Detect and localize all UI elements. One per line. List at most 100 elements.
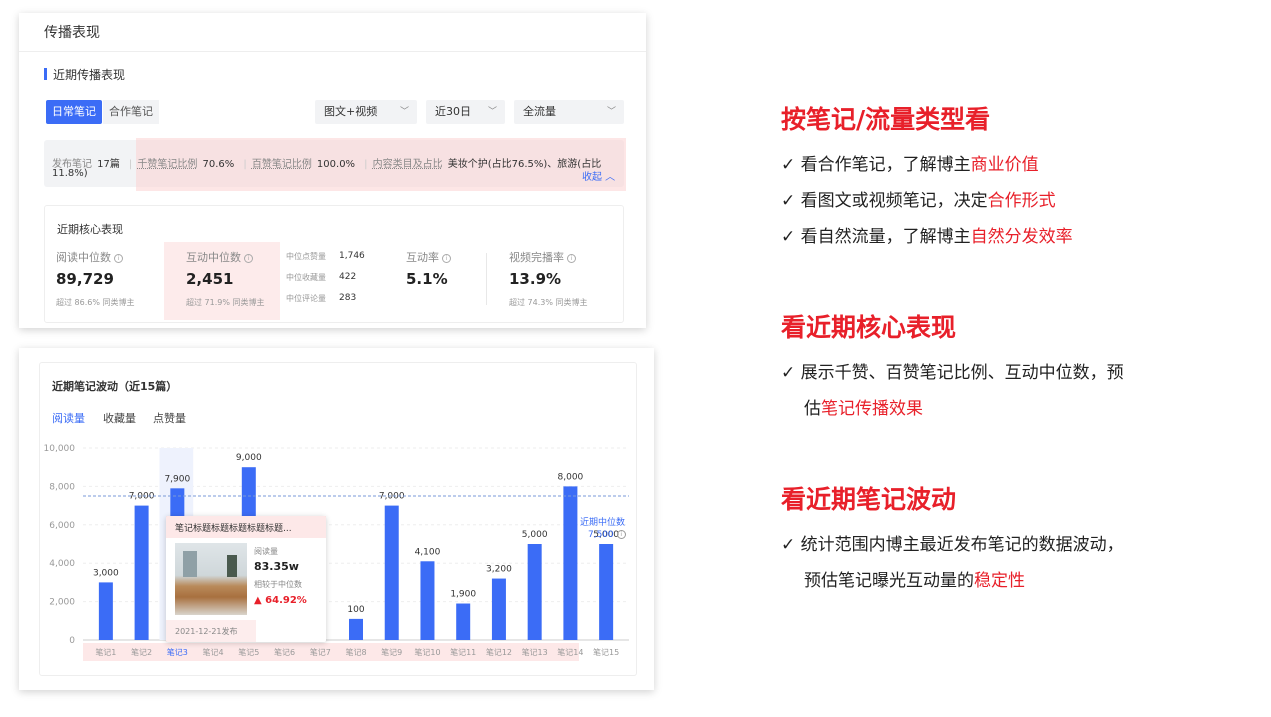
divider <box>19 51 646 52</box>
bullet-natural-traffic: ✓ 看自然流量，了解博主自然分发效率 <box>781 227 1073 247</box>
publish-line: 发布笔记 17篇 | 千赞笔记比例 70.6% | 百赞笔记比例 100.0% … <box>52 159 602 170</box>
heading-fluctuation: 看近期笔记波动 <box>781 485 957 514</box>
y-tick-label: 0 <box>69 636 75 646</box>
pub-label: 千赞笔记比例 <box>137 159 198 170</box>
core-title: 近期核心表现 <box>57 223 123 236</box>
x-tick-label: 笔记15 <box>593 647 619 657</box>
x-tick-label: 笔记3 <box>167 647 188 657</box>
bar <box>599 544 614 640</box>
bar <box>384 505 399 640</box>
x-tick-label: 笔记2 <box>131 647 152 657</box>
tooltip-title: 笔记标题标题标题标题标题... <box>175 524 292 534</box>
pub-value: 100.0% <box>316 159 356 170</box>
bar <box>420 561 435 640</box>
chevron-down-icon: ﹀ <box>606 107 616 117</box>
data-label: 9,000 <box>236 453 262 463</box>
date-range-select[interactable]: 近30日 ﹀ <box>426 100 505 124</box>
bullet-fluctuation-cont: 预估笔记曝光互动量的稳定性 <box>804 571 1025 591</box>
select-value: 全流量 <box>523 105 556 118</box>
pub-label: 内容类目及占比 <box>372 159 443 170</box>
tab-cooperation-notes[interactable]: 合作笔记 <box>103 100 159 124</box>
check-icon: ✓ <box>781 363 796 383</box>
content-type-select[interactable]: 图文+视频 ﹀ <box>315 100 417 124</box>
collapse-button[interactable]: 收起 ︿ <box>582 168 615 183</box>
chevron-down-icon: ﹀ <box>399 107 409 117</box>
bar-chart: 0 2,000 4,000 6,000 8,000 10,000 3,000 笔记1 7,000… <box>44 444 629 661</box>
info-icon: i <box>567 253 576 263</box>
read-median-label: 阅读中位数 i <box>56 249 123 265</box>
pub-value: 70.6% <box>202 159 235 170</box>
bar <box>491 578 506 640</box>
bullet-format: ✓ 看图文或视频笔记，决定合作形式 <box>781 191 1056 211</box>
data-label: 1,900 <box>450 590 476 600</box>
x-tick-label: 笔记13 <box>522 647 548 657</box>
bar <box>134 505 149 640</box>
bullet-cooperation: ✓ 看合作笔记，了解博主商业价值 <box>781 155 1039 175</box>
info-icon: i <box>244 253 253 263</box>
x-tick-label: 笔记7 <box>310 647 331 657</box>
read-median-value: 89,729 <box>56 270 114 288</box>
data-label: 4,100 <box>415 547 441 557</box>
check-icon: ✓ <box>781 191 796 211</box>
interaction-rate-value: 5.1% <box>406 270 448 288</box>
heading-by-type: 按笔记/流量类型看 <box>781 105 991 134</box>
bar <box>98 582 113 640</box>
data-label: 8,000 <box>558 472 584 482</box>
x-tick-label: 笔记10 <box>414 647 440 657</box>
favorites-label: 中位收藏量 <box>286 273 326 282</box>
tab-daily-notes[interactable]: 日常笔记 <box>46 100 102 124</box>
tooltip-metric-value: 83.35w <box>254 560 299 573</box>
interaction-median-sub: 超过 71.9% 同类博主 <box>186 298 265 307</box>
note-fluctuation-card: 近期笔记波动（近15篇） 阅读量 收藏量 点赞量 0 2,000 4,000 6,00… <box>19 348 654 690</box>
y-tick-label: 8,000 <box>49 482 75 492</box>
x-tick-label: 笔记6 <box>274 647 295 657</box>
pub-value-cont: 11.8%) <box>52 168 88 179</box>
bullet-fluctuation: ✓ 统计范围内博主最近发布笔记的数据波动， <box>781 535 1124 555</box>
interaction-median-value: 2,451 <box>186 270 234 288</box>
bar <box>349 618 363 640</box>
heading-core-performance: 看近期核心表现 <box>781 313 957 342</box>
y-tick-label: 2,000 <box>49 598 75 608</box>
check-icon: ✓ <box>781 535 796 555</box>
y-tick-label: 4,000 <box>49 559 75 569</box>
video-completion-label: 视频完播率 i <box>509 249 576 265</box>
tooltip-date: 2021-12-21发布 <box>175 627 238 636</box>
card-title: 传播表现 <box>44 25 100 41</box>
pub-value: 美妆个护(占比76.5%)、旅游(占比 <box>447 159 602 170</box>
check-icon: ✓ <box>781 155 796 175</box>
bar <box>563 486 578 640</box>
median-value: 7,500 i <box>588 530 626 540</box>
likes-value: 1,746 <box>339 251 365 261</box>
comments-value: 283 <box>339 293 357 303</box>
bar <box>527 544 542 640</box>
x-tick-label: 笔记9 <box>381 647 402 657</box>
traffic-select[interactable]: 全流量 ﹀ <box>514 100 624 124</box>
interaction-rate-label: 互动率 i <box>406 249 451 265</box>
bar-tooltip: 笔记标题标题标题标题标题... 阅读量 83.35w 相较于中位数 ▲ 64.9… <box>166 516 326 642</box>
pub-label: 百赞笔记比例 <box>251 159 312 170</box>
x-tick-label: 笔记11 <box>450 647 476 657</box>
x-tick-label: 笔记8 <box>345 647 366 657</box>
interaction-median-label: 互动中位数 i <box>186 249 253 265</box>
tooltip-compare-value: ▲ 64.92% <box>254 595 307 606</box>
x-tick-label: 笔记14 <box>557 647 583 657</box>
info-icon: i <box>114 253 123 263</box>
chevron-down-icon: ﹀ <box>487 107 497 117</box>
video-completion-value: 13.9% <box>509 270 562 288</box>
median-label: 近期中位数 <box>580 518 626 528</box>
data-label: 100 <box>347 605 364 615</box>
video-completion-sub: 超过 74.3% 同类博主 <box>509 298 588 307</box>
check-icon: ✓ <box>781 227 796 247</box>
section-title: 近期传播表现 <box>53 68 126 82</box>
bar <box>456 603 471 640</box>
info-icon: i <box>616 530 626 539</box>
pub-value: 17篇 <box>97 159 120 170</box>
select-value: 图文+视频 <box>324 105 378 118</box>
read-median-sub: 超过 86.6% 同类博主 <box>56 298 135 307</box>
likes-label: 中位点赞量 <box>286 252 326 261</box>
data-label: 7,000 <box>129 492 155 502</box>
favorites-value: 422 <box>339 272 357 282</box>
data-label: 7,900 <box>164 474 190 484</box>
data-label: 3,000 <box>93 568 119 578</box>
data-label: 5,000 <box>522 530 548 540</box>
